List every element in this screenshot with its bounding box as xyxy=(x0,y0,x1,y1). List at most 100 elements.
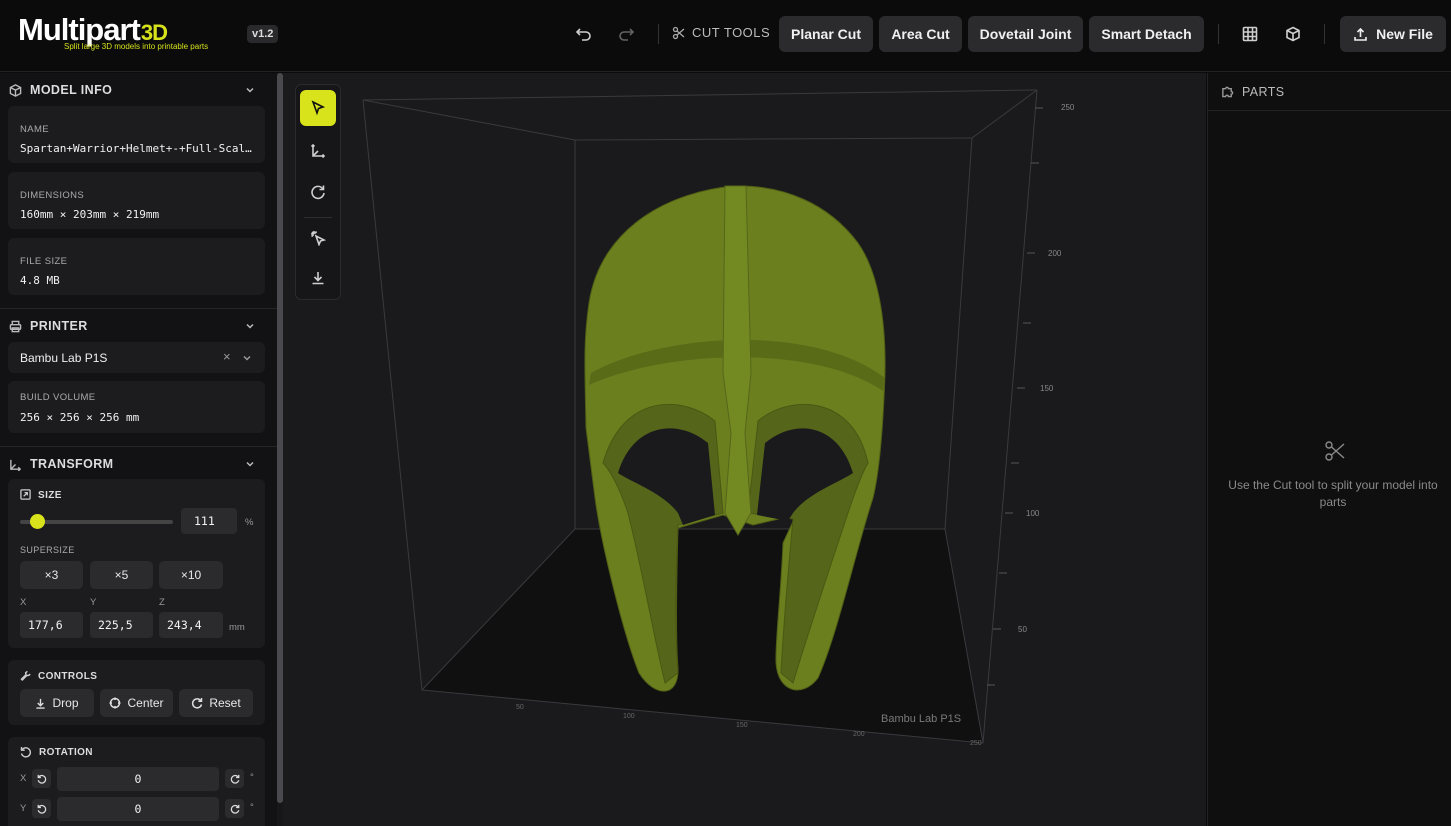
chevron-down-icon xyxy=(246,323,254,329)
toolbar-divider xyxy=(1218,24,1219,44)
download-icon xyxy=(312,272,324,285)
printer-select[interactable]: Bambu Lab P1S × xyxy=(8,342,265,373)
size-input[interactable]: 111 xyxy=(181,508,237,534)
controls-label: CONTROLS xyxy=(38,671,98,682)
axes-icon xyxy=(310,143,326,159)
select-tool[interactable] xyxy=(300,90,336,126)
floor-tick-150: 150 xyxy=(736,722,748,729)
chevron-down-icon xyxy=(246,87,254,93)
file-size-card: FILE SIZE 4.8 MB xyxy=(8,238,265,295)
new-file-button[interactable]: New File xyxy=(1340,16,1446,52)
rotate-y-ccw-button[interactable] xyxy=(32,799,51,818)
floor-tick-100: 100 xyxy=(623,713,635,720)
build-volume-label: BUILD VOLUME xyxy=(20,392,96,403)
rotate-tool[interactable] xyxy=(300,174,336,210)
resize-icon xyxy=(20,489,31,500)
rotate-x-ccw-button[interactable] xyxy=(32,769,51,788)
controls-card: CONTROLS Drop Center Reset xyxy=(8,660,265,725)
model-info-header[interactable]: MODEL INFO xyxy=(0,73,277,107)
cube-icon xyxy=(9,83,22,97)
export-tool[interactable] xyxy=(300,260,336,296)
left-sidebar: MODEL INFO NAME Spartan+Warrior+Helmet+-… xyxy=(0,73,277,826)
dimensions-value: 160mm × 203mm × 219mm xyxy=(20,208,160,221)
clear-icon[interactable]: × xyxy=(223,349,231,364)
x-label: X xyxy=(20,597,27,608)
dimension-z-input[interactable]: 243,4 xyxy=(159,612,223,638)
drop-label: Drop xyxy=(52,696,79,710)
auto-orient-tool[interactable] xyxy=(300,220,336,256)
app-logo[interactable]: Multipart3D Split large 3D models into p… xyxy=(18,12,218,56)
download-icon xyxy=(36,698,46,709)
parts-title: PARTS xyxy=(1242,84,1285,99)
z-label: Z xyxy=(159,597,165,608)
z-tick-50: 50 xyxy=(1018,625,1027,634)
move-tool[interactable] xyxy=(300,133,336,169)
dimensions-label: DIMENSIONS xyxy=(20,190,85,201)
dovetail-joint-button[interactable]: Dovetail Joint xyxy=(968,16,1083,52)
supersize-x10-button[interactable]: ×10 xyxy=(159,561,223,589)
rotate-cw-icon xyxy=(230,774,239,784)
reset-button[interactable]: Reset xyxy=(179,689,253,717)
axes-icon xyxy=(10,459,22,471)
size-slider-thumb[interactable] xyxy=(29,514,45,529)
rotation-y-unit: ° xyxy=(250,802,254,813)
y-label: Y xyxy=(90,597,97,608)
size-label: SIZE xyxy=(38,490,62,501)
floor-tick-50: 50 xyxy=(516,704,524,711)
model-info-title: MODEL INFO xyxy=(30,83,113,97)
planar-cut-button[interactable]: Planar Cut xyxy=(779,16,873,52)
rotate-ccw-icon xyxy=(37,774,46,784)
logo-tagline: Split large 3D models into printable par… xyxy=(64,42,209,51)
printer-title: PRINTER xyxy=(30,319,88,333)
z-tick-100: 100 xyxy=(1026,509,1040,518)
rotate-y-cw-button[interactable] xyxy=(225,799,244,818)
rotate-cw-icon xyxy=(230,804,239,814)
smart-detach-button[interactable]: Smart Detach xyxy=(1089,16,1204,52)
undo-icon[interactable] xyxy=(570,20,598,48)
drop-button[interactable]: Drop xyxy=(20,689,94,717)
file-size-label: FILE SIZE xyxy=(20,256,68,267)
wrench-icon xyxy=(20,670,31,681)
parts-header: PARTS xyxy=(1208,73,1451,111)
rotate-icon xyxy=(20,747,32,758)
refresh-icon xyxy=(192,698,203,709)
supersize-label: SUPERSIZE xyxy=(20,545,75,555)
build-plate xyxy=(420,528,984,744)
rotate-ccw-icon xyxy=(37,804,46,814)
rotation-x-label: X xyxy=(20,773,27,784)
rotation-y-input[interactable]: 0 xyxy=(57,797,219,821)
3d-viewport[interactable]: 250 200 150 100 50 50 100 150 200 250 Ba… xyxy=(283,73,1206,826)
printer-header[interactable]: PRINTER xyxy=(0,309,277,343)
transform-header[interactable]: TRANSFORM xyxy=(0,447,277,481)
printer-icon xyxy=(9,320,22,332)
rotation-x-input[interactable]: 0 xyxy=(57,767,219,791)
z-tick-150: 150 xyxy=(1040,384,1054,393)
reset-label: Reset xyxy=(209,696,241,710)
upload-icon xyxy=(1354,27,1367,41)
z-axis-labels: 250 200 150 100 50 xyxy=(1018,103,1075,634)
grid-icon[interactable] xyxy=(1236,20,1264,48)
floor-tick-250: 250 xyxy=(970,740,982,747)
model-name-value: Spartan+Warrior+Helmet+-+Full-Scal… xyxy=(20,142,252,155)
supersize-x3-button[interactable]: ×3 xyxy=(20,561,83,589)
rotate-icon xyxy=(311,185,325,200)
top-bar: Multipart3D Split large 3D models into p… xyxy=(0,0,1451,72)
build-volume-scene: 250 200 150 100 50 50 100 150 200 250 Ba… xyxy=(362,89,1075,747)
redo-icon[interactable] xyxy=(612,20,640,48)
dimension-x-input[interactable]: 177,6 xyxy=(20,612,83,638)
version-badge: v1.2 xyxy=(247,25,279,43)
area-cut-button[interactable]: Area Cut xyxy=(879,16,962,52)
center-button[interactable]: Center xyxy=(100,689,173,717)
tool-divider xyxy=(304,217,332,218)
build-volume-value: 256 × 256 × 256 mm xyxy=(20,411,140,424)
chevron-down-icon[interactable] xyxy=(242,353,252,363)
dimensions-card: DIMENSIONS 160mm × 203mm × 219mm xyxy=(8,172,265,229)
supersize-x5-button[interactable]: ×5 xyxy=(90,561,153,589)
puzzle-icon xyxy=(1222,86,1234,98)
cube-icon[interactable] xyxy=(1279,20,1307,48)
rotate-x-cw-button[interactable] xyxy=(225,769,244,788)
dimension-y-input[interactable]: 225,5 xyxy=(90,612,153,638)
viewport-tool-panel xyxy=(295,84,341,300)
printer-plate-label: Bambu Lab P1S xyxy=(881,713,961,725)
z-tick-250: 250 xyxy=(1061,103,1075,112)
